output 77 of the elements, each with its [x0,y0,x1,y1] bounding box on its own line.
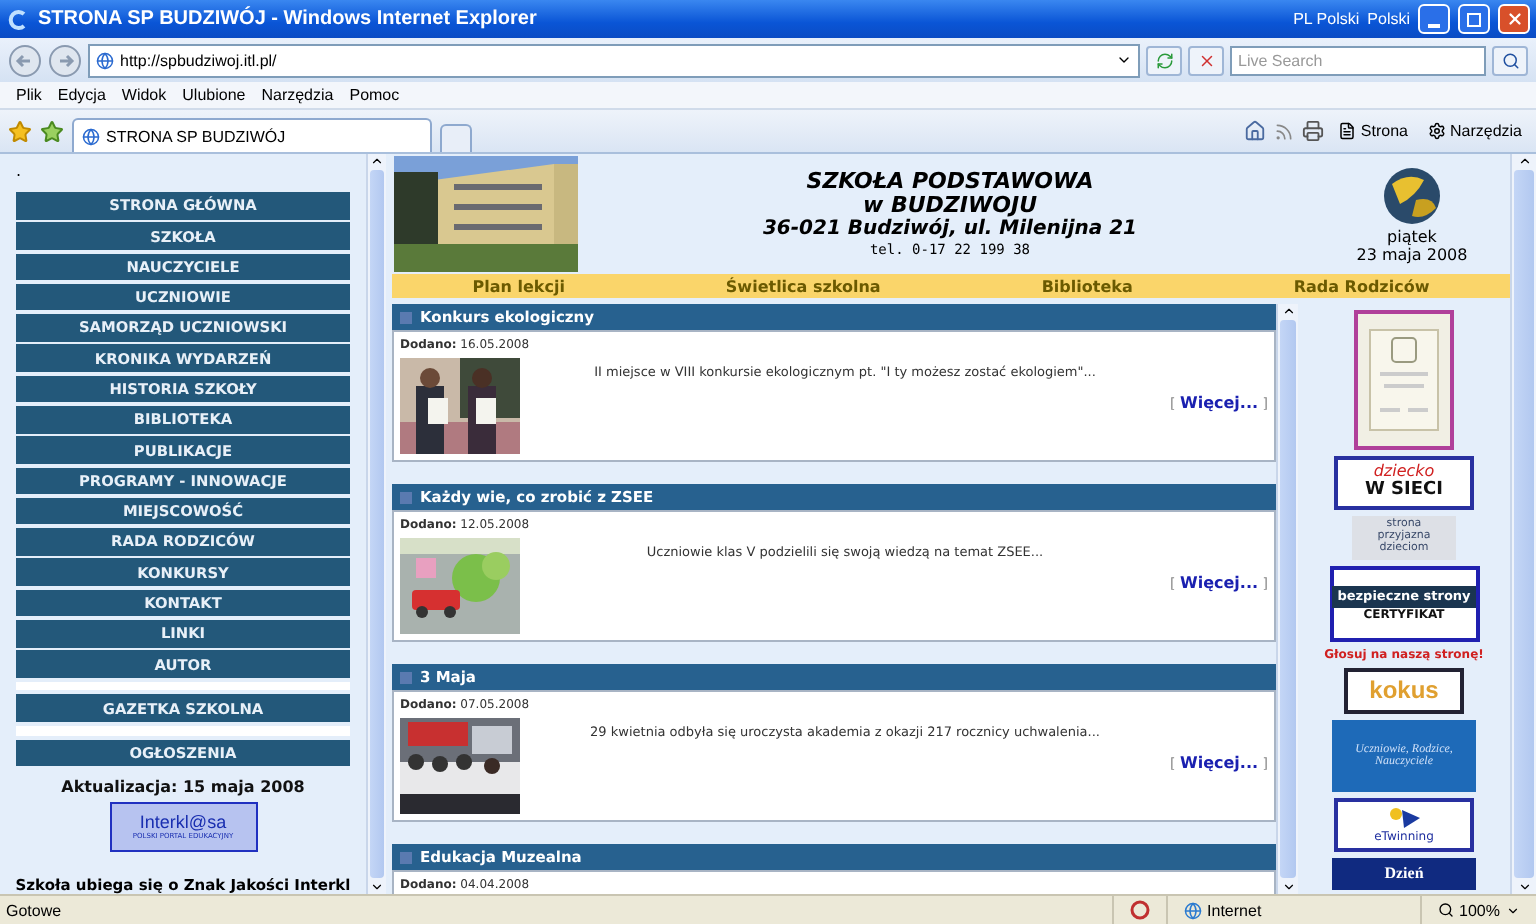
zone-indicator: Internet [1165,896,1420,924]
scroll-up-icon[interactable] [1517,154,1531,168]
update-date: Aktualizacja: 15 maja 2008 [61,777,305,796]
language-indicator[interactable]: PL Polski [1293,10,1360,28]
bullet-icon [400,491,412,503]
maximize-icon [1466,11,1482,27]
window-title: STRONA SP BUDZIWÓJ - Windows Internet Explorer [38,8,539,30]
home-icon[interactable] [1244,120,1267,142]
search-button[interactable] [1492,45,1528,75]
browser-icon [6,7,30,31]
settings-icon [1427,122,1446,140]
menu-item[interactable]: Widok [113,86,175,104]
scroll-down-icon[interactable] [1517,880,1531,894]
blocked-icon [1129,900,1150,920]
page-menu-button[interactable]: Strona [1332,122,1414,140]
print-icon[interactable] [1302,120,1325,142]
status-text: Gotowe [4,901,64,919]
menu-item[interactable]: Pomoc [341,86,408,104]
current-date: 23 maja 2008 [1356,246,1468,264]
dropdown-icon[interactable] [1116,52,1132,68]
forward-button[interactable] [48,43,82,77]
browser-tab[interactable]: STRONA SP BUDZIWÓJ [72,118,432,152]
minimize-icon [1428,23,1440,27]
close-icon [1197,51,1215,69]
school-address: 36-021 Budziwój, ul. Milenijna 21 [762,218,1138,242]
school-name: w BUDZIWOJU [862,194,1038,218]
menu-item[interactable]: Edycja [49,86,114,104]
menu-item[interactable]: Narzędzia [253,86,342,104]
scroll-up-icon[interactable] [370,154,384,168]
menu-item[interactable]: Plik [8,86,50,104]
top-link[interactable]: Świetlica szkolna [725,277,881,295]
globe-icon [1183,901,1202,919]
scroll-down-icon[interactable] [1281,880,1295,894]
language-indicator[interactable]: Polski [1367,10,1410,28]
zoom-control[interactable]: 100% [1419,896,1536,924]
scrollbar[interactable] [366,154,386,894]
search-icon [1501,51,1519,69]
bullet-icon [400,851,412,863]
figure-icon [1384,805,1424,830]
top-link[interactable]: Biblioteka [1041,277,1133,295]
refresh-button[interactable] [1146,45,1182,75]
scroll-up-icon[interactable] [1281,304,1295,318]
address-field[interactable]: http://spbudziwoj.itl.pl/ [88,43,1140,77]
document-icon [1368,328,1440,432]
close-icon [1505,10,1523,28]
scrollbar[interactable] [1276,304,1298,894]
maximize-button[interactable] [1458,4,1490,34]
zoom-icon [1437,902,1454,918]
close-button[interactable] [1498,4,1530,34]
dziecko-w-sieci-banner[interactable]: dziecko W SIECI [1334,456,1474,510]
top-link[interactable]: Rada Rodziców [1293,277,1430,295]
globe-icon [82,127,100,145]
bullet-icon [400,311,412,323]
certificate-banner[interactable] [1354,310,1454,450]
globe-icon [96,51,114,69]
search-field[interactable]: Live Search [1230,45,1486,75]
menu-item[interactable]: Ulubione [174,86,254,104]
globe-icon [1380,164,1444,228]
tools-menu-button[interactable]: Narzędzia [1421,122,1528,140]
url-text: http://spbudziwoj.itl.pl/ [120,51,279,69]
scroll-down-icon[interactable] [370,880,384,894]
favorites-star-icon[interactable] [8,119,32,143]
page-icon [1338,122,1357,140]
scrollbar[interactable] [1510,154,1536,894]
add-favorite-icon[interactable] [40,119,64,143]
back-button[interactable] [8,43,42,77]
dot-mark: . [16,162,22,180]
school-name: SZKOŁA PODSTAWOWA [806,170,1094,194]
minimize-button[interactable] [1418,4,1450,34]
feed-icon[interactable] [1274,121,1295,141]
refresh-icon [1155,51,1173,69]
stop-button[interactable] [1188,45,1224,75]
caret-icon [1506,903,1520,917]
weekday: piątek [1387,228,1437,246]
bullet-icon [400,671,412,683]
dzien-banner[interactable]: Dzień [1332,858,1476,890]
top-link[interactable]: Plan lekcji [472,277,565,295]
